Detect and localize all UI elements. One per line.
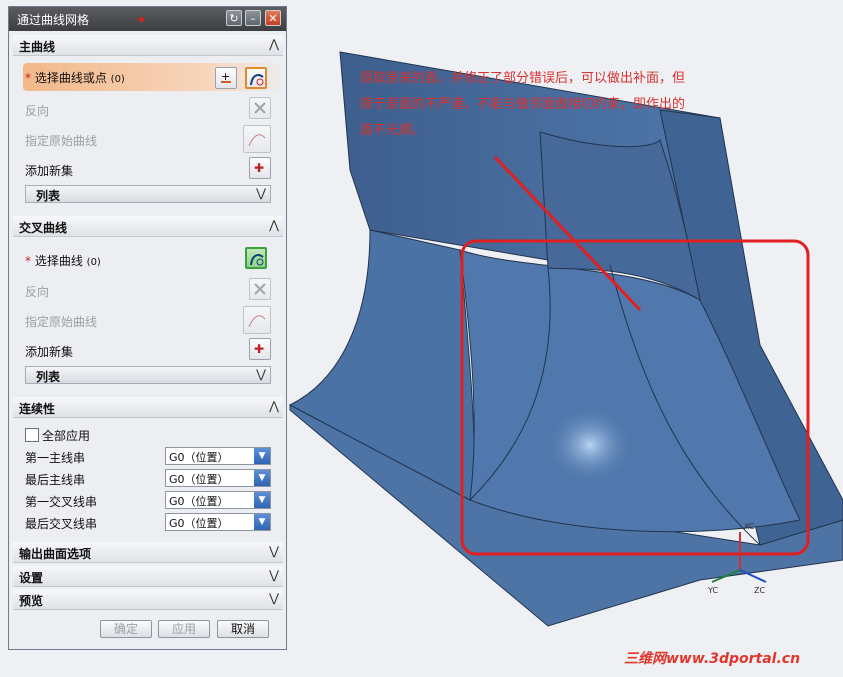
- primary-curves-header[interactable]: 主曲线 ⋀: [13, 35, 283, 56]
- first-cross-label: 第一交叉线串: [25, 495, 98, 509]
- annotation-text: 提取原来的面，并修正了部分错误后，可以做出补面，但 限于原面的不严谨，不能与做邻…: [360, 66, 750, 144]
- dropdown-arrow-icon: ▼: [254, 514, 270, 530]
- specify-origin-button[interactable]: [243, 125, 271, 153]
- svg-text:✚: ✚: [254, 342, 264, 356]
- annotation-line: 提取原来的面，并修正了部分错误后，可以做出补面，但: [360, 71, 686, 86]
- primary-list-toggle[interactable]: 列表 ⋁: [25, 185, 271, 203]
- curve-select-button[interactable]: [245, 67, 267, 89]
- origin-curve-icon: [248, 315, 266, 328]
- annotation-line: 面不光顺。: [360, 123, 426, 138]
- last-primary-select[interactable]: G0（位置） ▼: [165, 469, 271, 487]
- preview-header[interactable]: 预览 ⋁: [13, 589, 283, 610]
- dropdown-arrow-icon: ▼: [254, 470, 270, 486]
- point-dialog-icon: +: [221, 70, 231, 83]
- dropdown-arrow-icon: ▼: [254, 448, 270, 464]
- last-cross-label: 最后交叉线串: [25, 517, 98, 531]
- primary-list-label: 列表: [36, 189, 61, 203]
- cross-reverse-button[interactable]: [249, 278, 271, 300]
- watermark: 三维网www.3dportal.cn: [624, 651, 801, 667]
- curve-icon: [250, 254, 264, 266]
- point-dialog-button[interactable]: +: [215, 67, 237, 89]
- last-cross-select[interactable]: G0（位置） ▼: [165, 513, 271, 531]
- dialog-title: 通过曲线网格: [17, 13, 90, 27]
- cross-specify-origin-button[interactable]: [243, 306, 271, 334]
- reset-icon[interactable]: ↻: [226, 10, 242, 26]
- first-cross-select[interactable]: G0（位置） ▼: [165, 491, 271, 509]
- cross-add-set-label: 添加新集: [25, 345, 74, 359]
- cross-reverse-label: 反向: [25, 285, 50, 299]
- axis-x-label: XC: [744, 522, 755, 531]
- last-cross-value: G0（位置）: [169, 517, 229, 530]
- reverse-direction-icon: [254, 283, 266, 295]
- primary-curves-title: 主曲线: [19, 40, 56, 54]
- chevron-down-icon: ⋁: [256, 186, 266, 200]
- curve-icon: [250, 74, 264, 86]
- primary-reverse-label: 反向: [25, 104, 50, 118]
- ok-button[interactable]: 确定: [100, 620, 152, 638]
- continuity-title: 连续性: [19, 402, 56, 416]
- select-cross-count: (0): [86, 257, 101, 268]
- select-primary-curves[interactable]: * 选择曲线或点 (0): [25, 69, 125, 86]
- dialog-titlebar[interactable]: 通过曲线网格 ↻ – ✕: [9, 7, 286, 31]
- continuity-header[interactable]: 连续性 ⋀: [13, 397, 283, 418]
- origin-curve-icon: [248, 134, 266, 147]
- select-cross-curves[interactable]: * 选择曲线 (0): [25, 252, 101, 269]
- cross-list-toggle[interactable]: 列表 ⋁: [25, 366, 271, 384]
- primary-add-set-label: 添加新集: [25, 164, 74, 178]
- axis-z-label: ZC: [754, 586, 766, 595]
- chevron-down-icon: ⋁: [269, 568, 279, 582]
- cross-add-set-button[interactable]: ✚: [249, 338, 271, 360]
- add-set-icon: ✚: [254, 342, 264, 356]
- apply-all-checkbox[interactable]: [25, 428, 39, 442]
- cross-curves-header[interactable]: 交叉曲线 ⋀: [13, 216, 283, 237]
- cross-list-label: 列表: [36, 370, 61, 384]
- preview-title: 预览: [19, 594, 44, 608]
- first-primary-value: G0（位置）: [169, 451, 229, 464]
- select-cross-label: 选择曲线: [34, 254, 83, 268]
- select-primary-count: (0): [110, 74, 125, 85]
- axis-y-label: YC: [708, 586, 719, 595]
- chevron-up-icon: ⋀: [269, 37, 279, 51]
- reverse-direction-icon: [254, 102, 266, 114]
- annotation-line: 限于原面的不严谨，不能与做邻面做相切约束，即作出的: [360, 97, 686, 112]
- svg-text:✚: ✚: [254, 161, 264, 175]
- apply-all-label: 全部应用: [42, 429, 91, 443]
- chevron-down-icon: ⋁: [269, 591, 279, 605]
- cross-origin-label: 指定原始曲线: [25, 315, 98, 329]
- select-primary-label: 选择曲线或点: [34, 71, 107, 85]
- cancel-button[interactable]: 取消: [217, 620, 269, 638]
- chevron-up-icon: ⋀: [269, 399, 279, 413]
- first-primary-select[interactable]: G0（位置） ▼: [165, 447, 271, 465]
- cross-curves-title: 交叉曲线: [19, 221, 68, 235]
- add-set-button[interactable]: ✚: [249, 157, 271, 179]
- record-dot-icon: [139, 17, 144, 22]
- first-primary-label: 第一主线串: [25, 451, 86, 465]
- close-icon[interactable]: ✕: [265, 10, 281, 26]
- output-surface-options-header[interactable]: 输出曲面选项 ⋁: [13, 542, 283, 563]
- reverse-direction-button[interactable]: [249, 97, 271, 119]
- last-primary-value: G0（位置）: [169, 473, 229, 486]
- dropdown-arrow-icon: ▼: [254, 492, 270, 508]
- first-cross-value: G0（位置）: [169, 495, 229, 508]
- add-set-icon: ✚: [254, 161, 264, 175]
- chevron-up-icon: ⋀: [269, 218, 279, 232]
- settings-title: 设置: [19, 571, 44, 585]
- chevron-down-icon: ⋁: [269, 544, 279, 558]
- settings-header[interactable]: 设置 ⋁: [13, 566, 283, 587]
- minimize-icon[interactable]: –: [245, 10, 261, 26]
- chevron-down-icon: ⋁: [256, 367, 266, 381]
- output-surface-options-title: 输出曲面选项: [19, 547, 92, 561]
- through-curve-mesh-dialog: 通过曲线网格 ↻ – ✕ 主曲线 ⋀ * 选择曲线或点 (0) + 反向 指定原…: [8, 6, 287, 650]
- primary-origin-label: 指定原始曲线: [25, 134, 98, 148]
- cross-curve-select-button[interactable]: [245, 247, 267, 269]
- last-primary-label: 最后主线串: [25, 473, 86, 487]
- apply-button[interactable]: 应用: [158, 620, 210, 638]
